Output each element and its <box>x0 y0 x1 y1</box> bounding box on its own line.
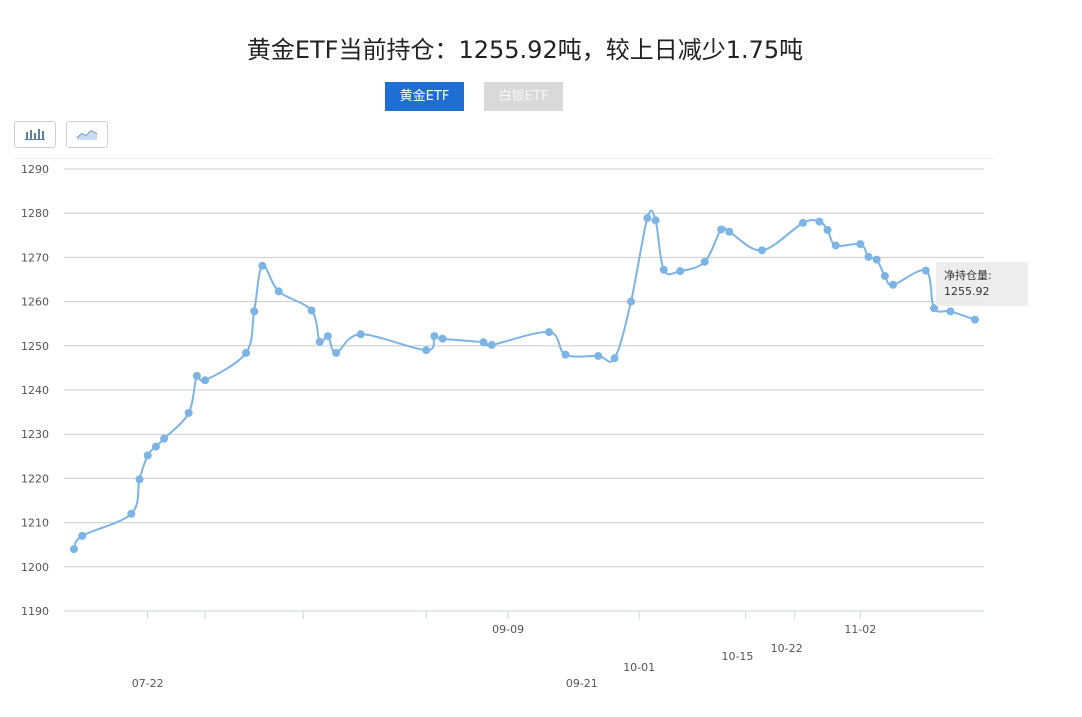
data-point[interactable] <box>725 227 734 236</box>
data-point[interactable] <box>889 280 898 289</box>
y-tick-label: 1270 <box>21 251 49 264</box>
data-point[interactable] <box>487 340 496 349</box>
data-point[interactable] <box>676 267 685 276</box>
y-tick-label: 1230 <box>21 428 49 441</box>
data-point[interactable] <box>946 307 955 316</box>
data-point[interactable] <box>127 509 136 518</box>
data-point[interactable] <box>70 545 78 554</box>
data-point[interactable] <box>659 265 668 274</box>
x-tick-label: 09-09 <box>492 623 524 636</box>
x-tick-label: 10-15 <box>721 650 753 663</box>
data-point[interactable] <box>160 434 169 443</box>
data-point[interactable] <box>307 306 316 315</box>
tooltip: 净持仓量: 1255.92 <box>936 262 1028 306</box>
series-line <box>73 209 976 550</box>
data-point[interactable] <box>422 346 431 355</box>
data-point[interactable] <box>545 328 554 337</box>
data-point[interactable] <box>823 225 832 234</box>
data-point[interactable] <box>610 354 619 363</box>
data-point[interactable] <box>315 337 324 346</box>
x-tick-label: 10-22 <box>771 642 803 655</box>
data-point[interactable] <box>151 442 160 451</box>
tooltip-label: 净持仓量: <box>944 269 992 282</box>
y-tick-label: 1260 <box>21 296 49 309</box>
data-point[interactable] <box>758 246 767 255</box>
data-point[interactable] <box>242 348 251 357</box>
data-point[interactable] <box>594 351 603 360</box>
y-tick-label: 1290 <box>21 163 49 176</box>
data-point[interactable] <box>135 475 144 484</box>
x-tick-label: 07-22 <box>132 677 164 690</box>
data-point[interactable] <box>864 252 873 261</box>
data-point[interactable] <box>561 350 570 359</box>
y-tick-label: 1190 <box>21 605 49 618</box>
data-point[interactable] <box>971 315 979 324</box>
data-point[interactable] <box>872 255 881 264</box>
x-tick-label: 09-21 <box>566 677 598 690</box>
data-point[interactable] <box>201 376 210 385</box>
data-point[interactable] <box>332 348 341 357</box>
data-point[interactable] <box>438 334 447 343</box>
y-tick-label: 1220 <box>21 472 49 485</box>
data-point[interactable] <box>274 287 283 296</box>
y-tick-label: 1250 <box>21 340 49 353</box>
data-point[interactable] <box>258 261 267 270</box>
y-tick-label: 1240 <box>21 384 49 397</box>
x-tick-label: 10-01 <box>623 661 655 674</box>
tooltip-value: 1255.92 <box>944 285 990 298</box>
data-point[interactable] <box>430 332 439 341</box>
grid-lines <box>64 168 984 612</box>
data-point[interactable] <box>880 271 889 280</box>
data-point[interactable] <box>831 241 840 250</box>
data-point[interactable] <box>184 408 193 417</box>
y-axis-ticks: 1190 1200 1210 1220 1230 1240 1250 1260 1270 1280… <box>21 163 49 618</box>
data-point[interactable] <box>651 216 660 225</box>
data-point[interactable] <box>143 451 152 460</box>
y-tick-label: 1280 <box>21 207 49 220</box>
data-points <box>70 214 979 554</box>
data-point[interactable] <box>717 225 726 234</box>
line-chart: 1190 1200 1210 1220 1230 1240 1250 1260 1270 1280… <box>21 163 984 690</box>
x-axis: 07-22 09-09 09-21 10-01 10-15 10-22 11-02 <box>132 611 876 690</box>
data-point[interactable] <box>192 371 201 380</box>
y-tick-label: 1210 <box>21 517 49 530</box>
data-point[interactable] <box>356 330 365 339</box>
data-point[interactable] <box>479 338 488 347</box>
data-point[interactable] <box>856 240 865 249</box>
data-point[interactable] <box>798 218 807 227</box>
data-point[interactable] <box>921 266 930 275</box>
data-point[interactable] <box>700 257 709 266</box>
data-point[interactable] <box>626 297 635 306</box>
data-point[interactable] <box>815 217 824 226</box>
data-point[interactable] <box>323 332 332 341</box>
data-point[interactable] <box>643 214 652 223</box>
y-tick-label: 1200 <box>21 561 49 574</box>
x-tick-label: 11-02 <box>844 623 876 636</box>
data-point[interactable] <box>250 307 259 316</box>
data-point[interactable] <box>78 531 87 540</box>
